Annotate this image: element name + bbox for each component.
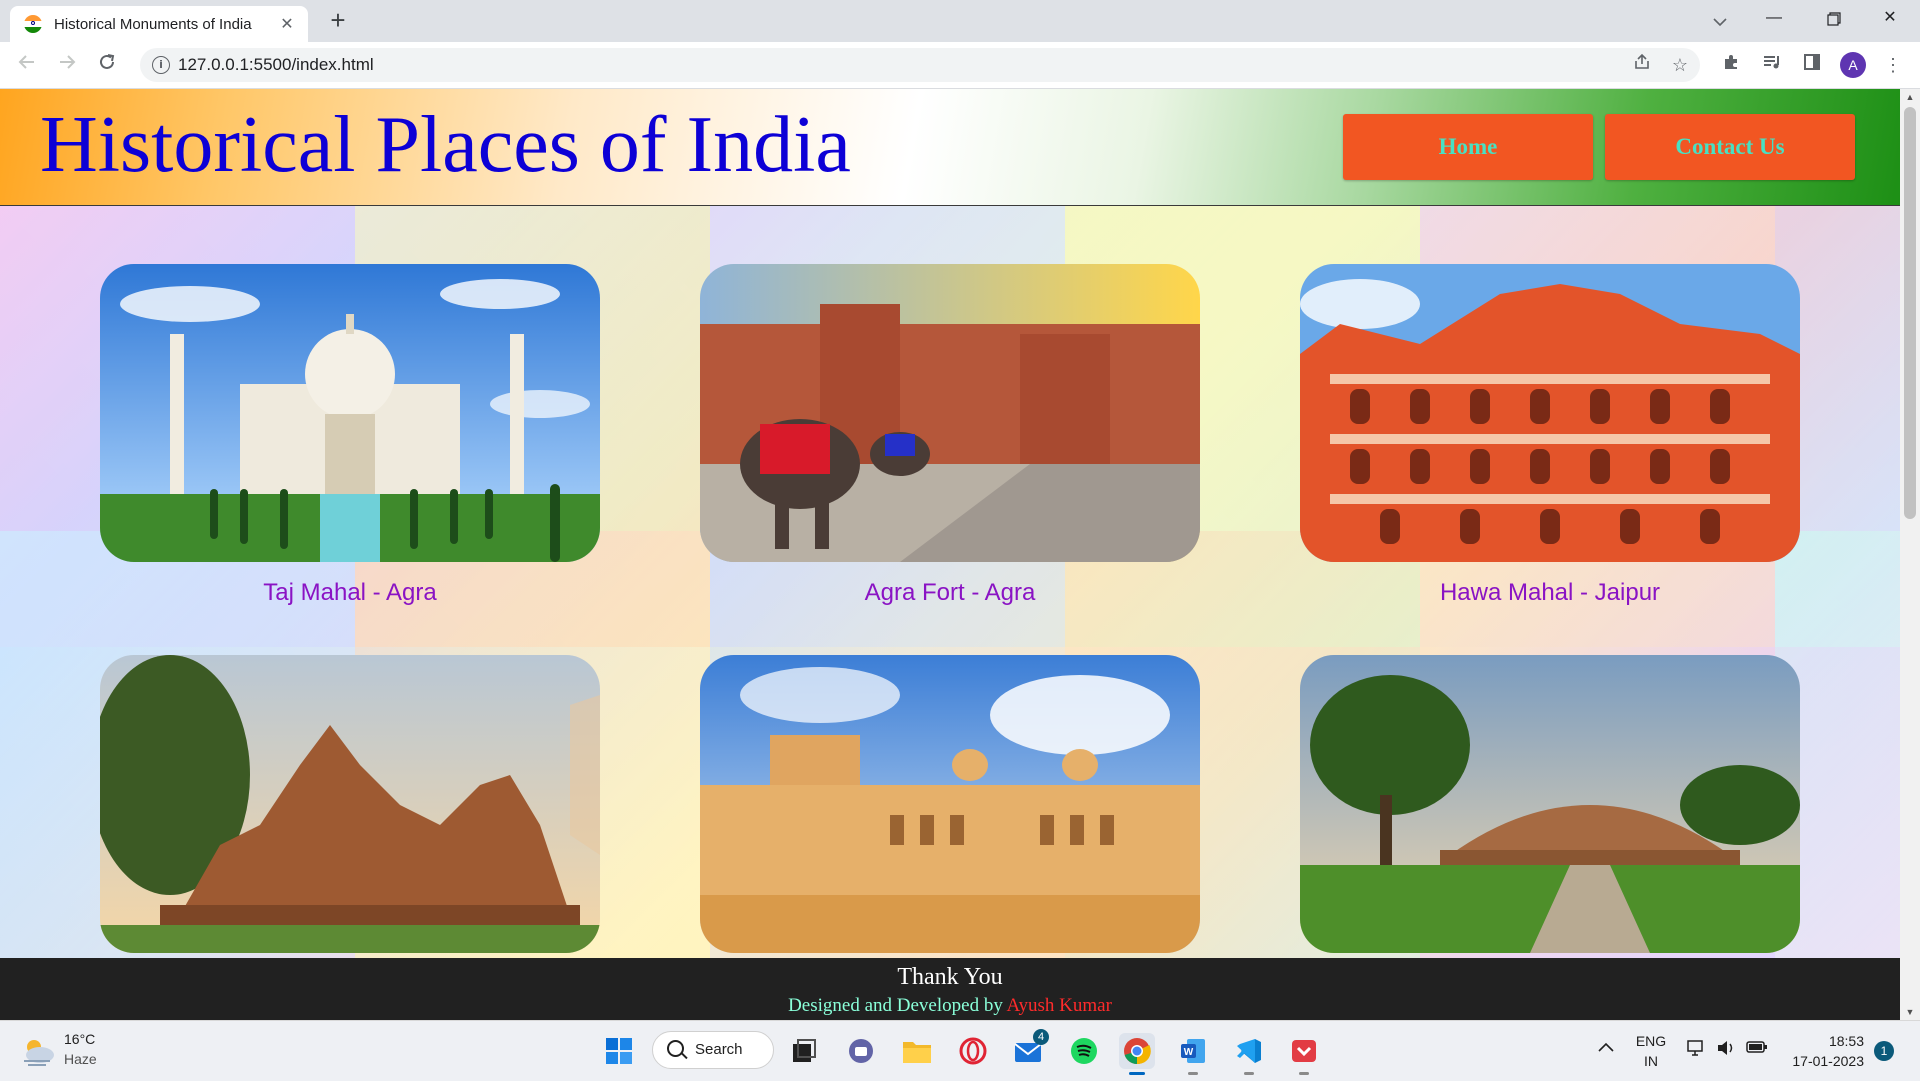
spotify-icon[interactable] (1066, 1033, 1102, 1069)
site-title: Historical Places of India (40, 101, 851, 189)
chrome-icon[interactable] (1119, 1033, 1155, 1075)
credit-line: Designed and Developed by Ayush Kumar (0, 995, 1900, 1017)
search-label: Search (695, 1041, 743, 1058)
weather-haze-icon[interactable] (20, 1035, 56, 1067)
contact-us-button[interactable]: Contact Us (1605, 114, 1855, 180)
media-queue-icon[interactable] (1760, 53, 1784, 77)
battery-icon[interactable] (1746, 1039, 1768, 1060)
hawa-mahal-image[interactable] (1300, 264, 1800, 562)
svg-text:W: W (1184, 1047, 1194, 1058)
file-explorer-icon[interactable] (899, 1033, 935, 1069)
tab-search-chevron-icon[interactable] (1706, 8, 1734, 36)
language-region[interactable]: IN (1634, 1053, 1668, 1069)
extensions-icon[interactable] (1719, 53, 1743, 77)
monument-card-agra-fort[interactable]: Agra Fort - Agra (700, 264, 1200, 607)
home-button[interactable]: Home (1343, 114, 1593, 180)
india-flag-icon (24, 15, 42, 33)
mail-icon[interactable]: 4 (1011, 1029, 1049, 1069)
clock-time[interactable]: 18:53 (1780, 1033, 1864, 1049)
word-icon[interactable]: W (1175, 1033, 1211, 1075)
restore-button[interactable] (1806, 0, 1862, 38)
scroll-up-arrow-icon[interactable]: ▲ (1900, 89, 1920, 105)
page-viewport: Historical Places of India Home Contact … (0, 89, 1900, 1020)
monument-card-taj-mahal[interactable]: Taj Mahal - Agra (100, 264, 600, 607)
opera-browser-icon[interactable] (955, 1033, 991, 1069)
agra-fort-image[interactable] (700, 264, 1200, 562)
forward-icon[interactable] (52, 50, 82, 80)
bookmark-star-icon[interactable]: ☆ (1668, 53, 1692, 77)
monument-card-4[interactable] (100, 655, 600, 953)
volume-icon[interactable] (1716, 1039, 1736, 1062)
running-indicator (1299, 1072, 1309, 1075)
vertical-scrollbar[interactable]: ▲ ▼ (1900, 89, 1920, 1020)
tab-strip: Historical Monuments of India ✕ + — ✕ (0, 0, 1920, 42)
browser-toolbar: i 127.0.0.1:5500/index.html ☆ A ⋮ (0, 42, 1920, 89)
address-bar[interactable]: i 127.0.0.1:5500/index.html ☆ (140, 48, 1700, 82)
reload-icon[interactable] (92, 50, 122, 80)
site-footer: Thank You Designed and Developed by Ayus… (0, 958, 1900, 1020)
teams-chat-icon[interactable] (843, 1033, 879, 1069)
khajuraho-temple-image[interactable] (100, 655, 600, 953)
scroll-down-arrow-icon[interactable]: ▼ (1900, 1004, 1920, 1020)
taskbar-search[interactable]: Search (652, 1031, 774, 1069)
monument-card-6[interactable] (1300, 655, 1800, 953)
chrome-menu-icon[interactable]: ⋮ (1881, 53, 1905, 77)
weather-condition[interactable]: Haze (64, 1051, 97, 1067)
author-name: Ayush Kumar (1006, 995, 1112, 1016)
windows-taskbar: 16°C Haze Search 4 W ENG IN 18:53 17-01-… (0, 1020, 1920, 1081)
thank-you-text: Thank You (897, 964, 1003, 990)
scrollbar-thumb[interactable] (1904, 107, 1916, 519)
language-code[interactable]: ENG (1634, 1033, 1668, 1049)
url-text: 127.0.0.1:5500/index.html (178, 55, 374, 74)
credit-prefix: Designed and Developed by (788, 995, 1003, 1016)
running-indicator (1244, 1072, 1254, 1075)
search-icon (667, 1040, 684, 1057)
amber-fort-image[interactable] (700, 655, 1200, 953)
monument-card-hawa-mahal[interactable]: Hawa Mahal - Jaipur (1300, 264, 1800, 607)
share-icon[interactable] (1630, 53, 1654, 77)
notification-count-badge[interactable]: 1 (1874, 1041, 1894, 1061)
task-view-icon[interactable] (786, 1033, 822, 1069)
profile-avatar[interactable]: A (1840, 52, 1866, 78)
show-hidden-icons-chevron-icon[interactable] (1598, 1039, 1614, 1057)
clock-date[interactable]: 17-01-2023 (1780, 1053, 1864, 1069)
vscode-icon[interactable] (1231, 1033, 1267, 1075)
card-caption: Hawa Mahal - Jaipur (1439, 579, 1661, 606)
running-indicator (1129, 1072, 1145, 1075)
new-tab-button[interactable]: + (322, 4, 354, 36)
card-caption: Agra Fort - Agra (864, 579, 1036, 606)
site-header: Historical Places of India Home Contact … (0, 89, 1900, 206)
running-indicator (1188, 1072, 1198, 1075)
browser-tab[interactable]: Historical Monuments of India ✕ (10, 6, 308, 42)
side-panel-icon[interactable] (1800, 53, 1824, 77)
site-info-icon[interactable]: i (152, 56, 170, 74)
pocket-icon[interactable] (1286, 1033, 1322, 1075)
tab-title: Historical Monuments of India (54, 15, 252, 33)
mail-badge: 4 (1033, 1029, 1049, 1045)
back-icon[interactable] (12, 50, 42, 80)
card-caption: Taj Mahal - Agra (263, 579, 437, 606)
windows-start-icon[interactable] (601, 1033, 637, 1069)
tab-close-icon[interactable]: ✕ (276, 14, 298, 34)
weather-temperature[interactable]: 16°C (64, 1031, 95, 1047)
monument-card-5[interactable] (700, 655, 1200, 953)
minimize-button[interactable]: — (1746, 0, 1802, 38)
close-window-button[interactable]: ✕ (1862, 0, 1918, 38)
sanchi-stupa-image[interactable] (1300, 655, 1800, 953)
network-icon[interactable] (1686, 1039, 1706, 1062)
taj-mahal-image[interactable] (100, 264, 600, 562)
